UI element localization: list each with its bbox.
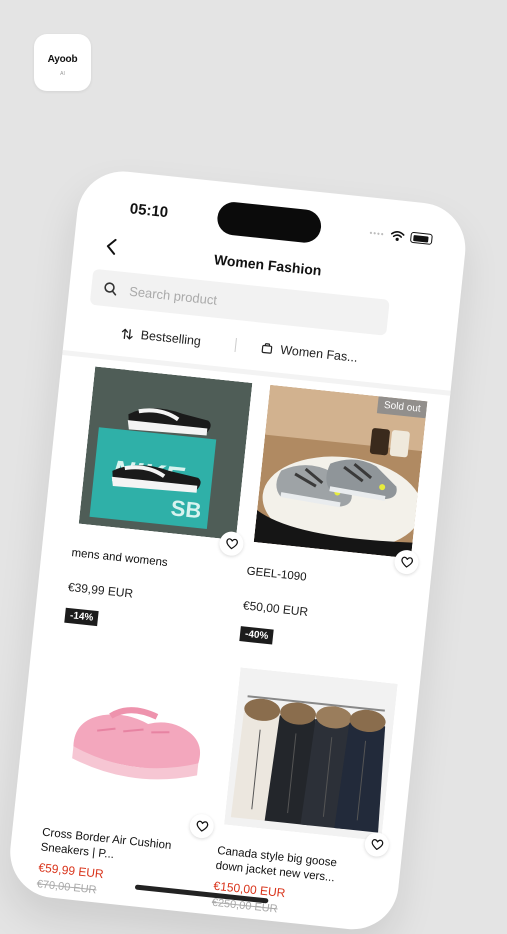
product-price: €59,99 EUR bbox=[37, 860, 105, 882]
phone-screen: 05:10 •••• Women Fashion Bestselling bbox=[5, 167, 470, 934]
product-image-3[interactable] bbox=[49, 648, 223, 823]
app-sub: AI bbox=[60, 71, 65, 77]
category-filter-button[interactable]: Women Fas... bbox=[235, 338, 384, 367]
discount-badge: -40% bbox=[239, 626, 275, 645]
discount-badge: -14% bbox=[64, 607, 100, 627]
heart-icon bbox=[196, 820, 208, 832]
sort-label: Bestselling bbox=[140, 328, 202, 349]
product-image-4[interactable] bbox=[224, 667, 398, 841]
favorite-button-2[interactable] bbox=[393, 548, 420, 576]
signal-dots: •••• bbox=[369, 228, 386, 239]
heart-icon bbox=[225, 538, 238, 550]
product-name[interactable]: mens and womens bbox=[71, 546, 222, 577]
favorite-button-4[interactable] bbox=[363, 831, 390, 858]
original-price: €70,00 EUR bbox=[36, 878, 98, 897]
app-badge: Ayoob AI bbox=[34, 34, 91, 91]
product-price: €39,99 EUR bbox=[67, 579, 134, 601]
heart-icon bbox=[400, 556, 413, 568]
status-icons: •••• bbox=[369, 227, 433, 245]
favorite-button-3[interactable] bbox=[188, 812, 215, 840]
category-icon bbox=[262, 343, 273, 354]
svg-text:SB: SB bbox=[170, 495, 203, 523]
sort-arrows-icon bbox=[121, 328, 133, 340]
favorite-button-1[interactable] bbox=[218, 530, 245, 557]
status-time: 05:10 bbox=[129, 200, 169, 222]
product-price: €50,00 EUR bbox=[242, 598, 309, 620]
product-image-2[interactable]: Sold out bbox=[253, 384, 428, 559]
product-name[interactable]: GEEL-1090 bbox=[246, 564, 397, 595]
wifi-icon bbox=[390, 231, 405, 241]
dynamic-island bbox=[215, 200, 323, 245]
search-icon bbox=[104, 282, 117, 296]
app-name: Ayoob bbox=[47, 54, 78, 65]
sort-button[interactable]: Bestselling bbox=[86, 322, 235, 351]
battery-icon bbox=[409, 231, 433, 245]
category-label: Women Fas... bbox=[279, 342, 359, 365]
heart-icon bbox=[371, 839, 383, 850]
product-image-1[interactable]: NIKE SB bbox=[78, 366, 253, 541]
search-input[interactable] bbox=[126, 281, 371, 325]
